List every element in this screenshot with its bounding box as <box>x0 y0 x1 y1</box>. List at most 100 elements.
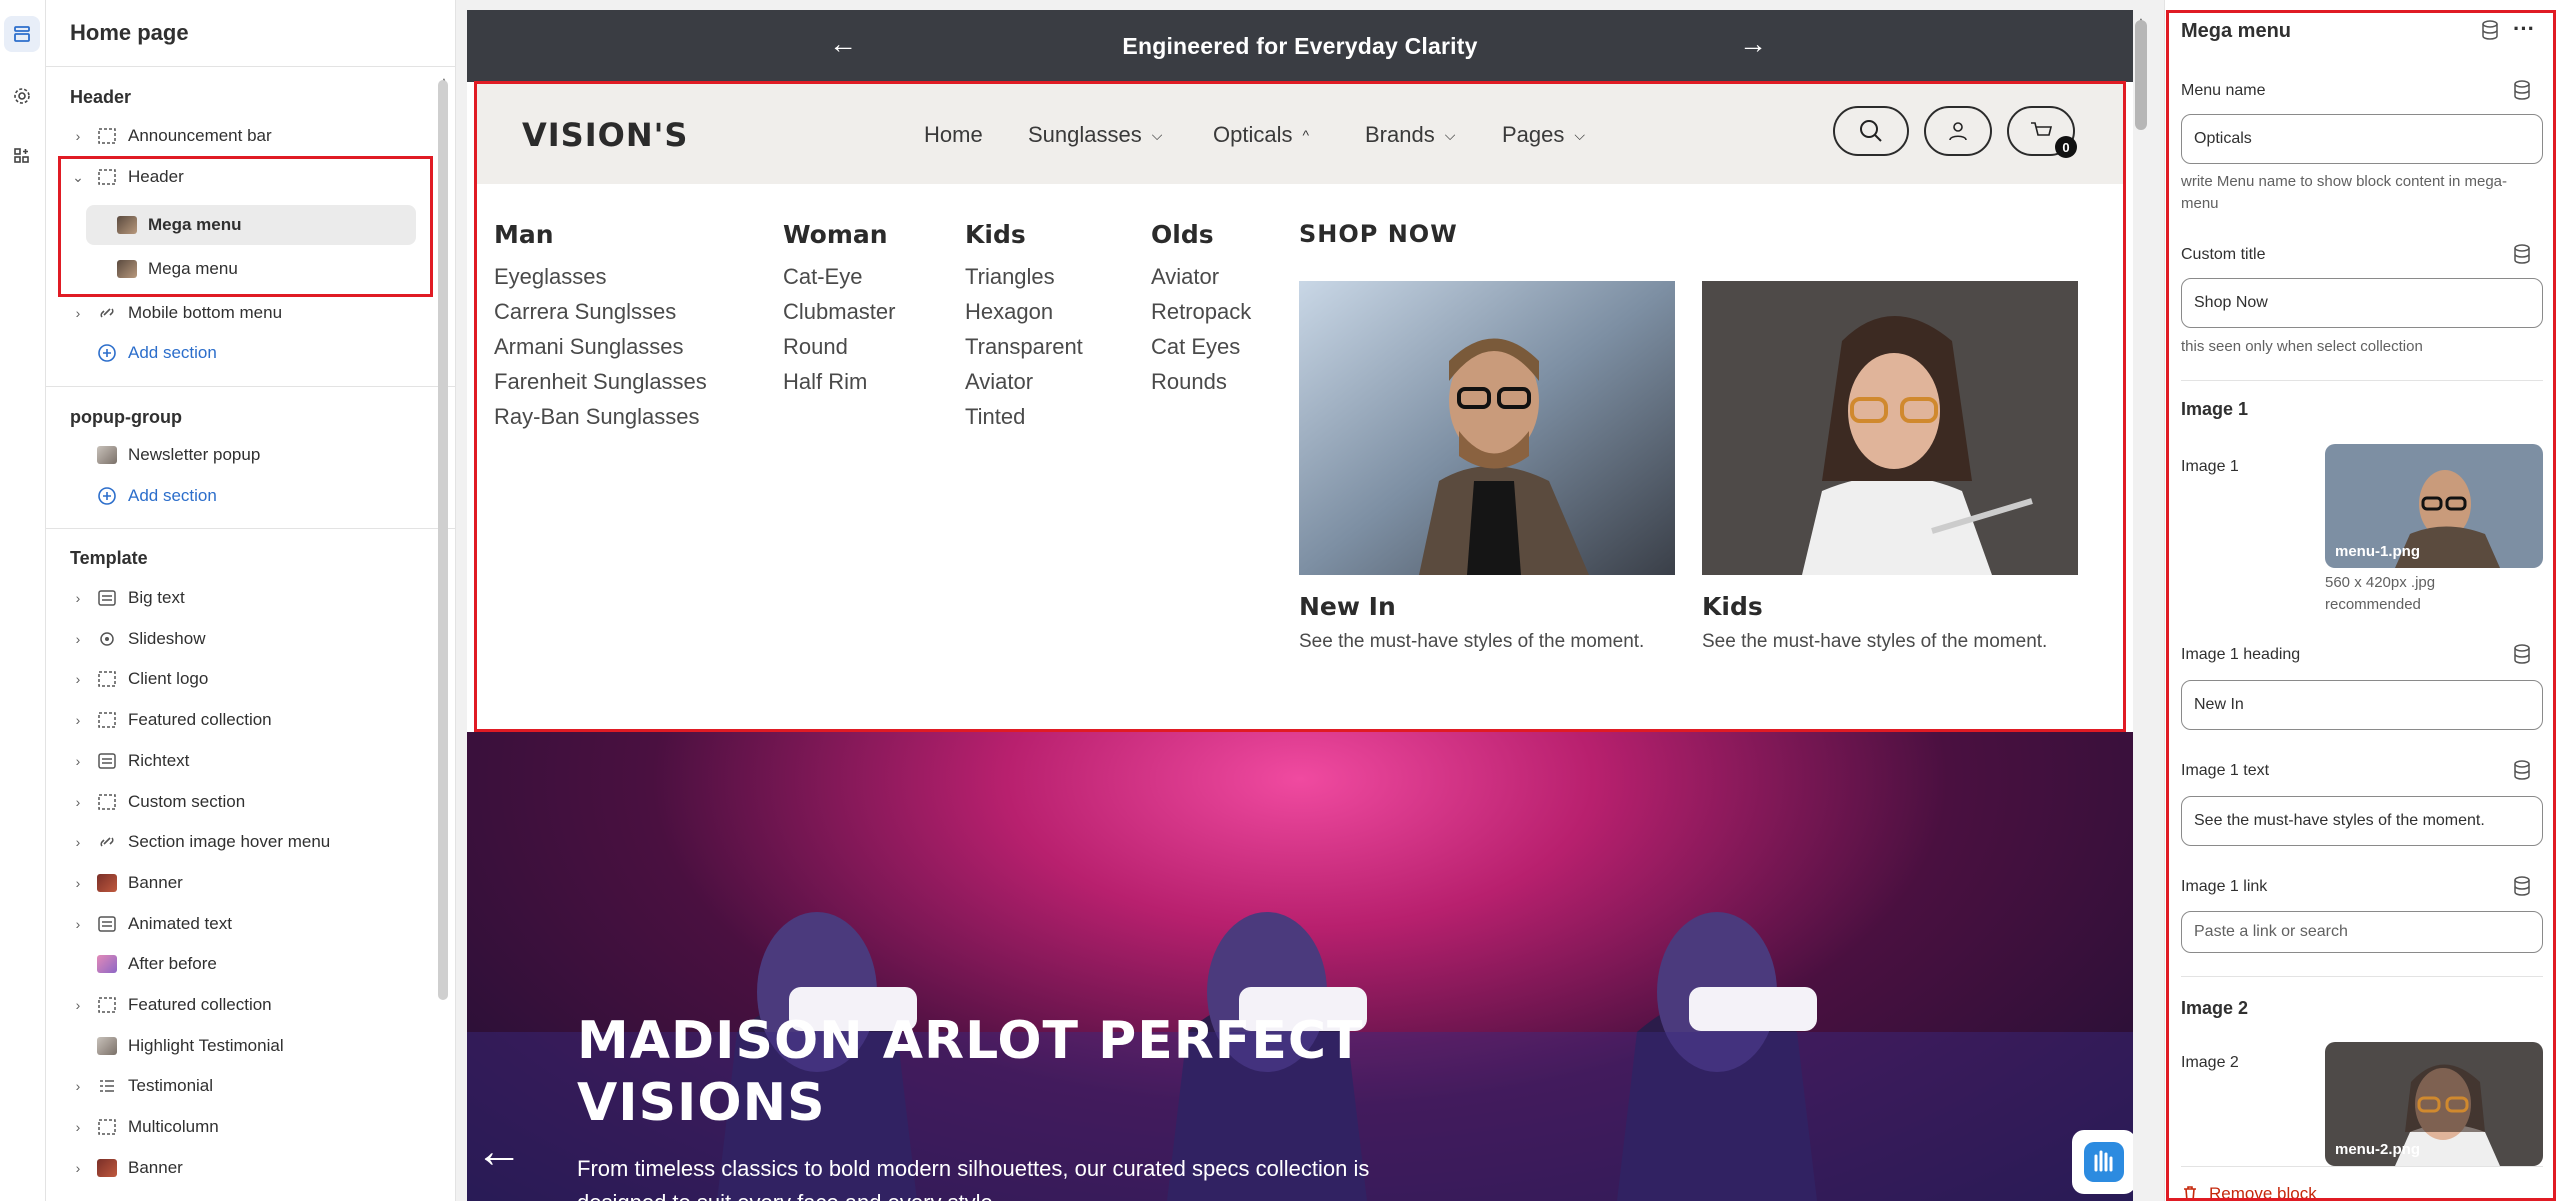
chevron-right-icon[interactable]: › <box>66 590 90 606</box>
chevron-right-icon[interactable]: › <box>66 1160 90 1176</box>
dynamic-source-icon[interactable] <box>2513 760 2531 785</box>
menu-link[interactable]: Ray-Ban Sunglasses <box>494 399 707 434</box>
settings-gear-icon[interactable] <box>4 78 40 114</box>
menu-link[interactable]: Cat Eyes <box>1151 329 1251 364</box>
new-in-image[interactable] <box>1299 281 1675 575</box>
menu-link[interactable]: Carrera Sunglsses <box>494 294 707 329</box>
card-heading-kids[interactable]: Kids <box>1702 592 1763 621</box>
template-section-item[interactable]: › Testimonial <box>66 1068 213 1104</box>
theme-editor: Home page Header › Announcement bar ⌄ He… <box>0 0 2560 1201</box>
image2-picker[interactable]: menu-2.png <box>2325 1042 2543 1166</box>
menu-link[interactable]: Cat-Eye <box>783 259 895 294</box>
nav-opticals[interactable]: Opticals ^ <box>1213 122 1309 148</box>
section-mobile-bottom-menu[interactable]: › Mobile bottom menu <box>66 295 282 331</box>
hand-icon[interactable] <box>2072 1130 2133 1194</box>
dynamic-source-icon[interactable] <box>2513 80 2531 105</box>
menu-link[interactable]: Tinted <box>965 399 1083 434</box>
menu-link[interactable]: Transparent <box>965 329 1083 364</box>
chevron-right-icon[interactable]: › <box>66 1078 90 1094</box>
chevron-down-icon[interactable]: ⌄ <box>66 169 90 186</box>
add-section-header[interactable]: Add section <box>90 335 217 371</box>
block-mega-menu-1[interactable]: Mega menu <box>86 205 416 245</box>
menu-link[interactable]: Aviator <box>965 364 1083 399</box>
menu-name-field[interactable]: Opticals <box>2181 114 2543 164</box>
chevron-right-icon[interactable]: › <box>66 1119 90 1135</box>
template-section-item[interactable]: › Section image hover menu <box>66 824 331 860</box>
menu-link[interactable]: Farenheit Sunglasses <box>494 364 707 399</box>
template-section-item[interactable]: › Big text <box>66 580 185 616</box>
image1-filename: menu-1.png <box>2335 543 2420 560</box>
menu-link[interactable]: Eyeglasses <box>494 259 707 294</box>
template-section-item[interactable]: › Multicolumn <box>66 1109 219 1145</box>
template-section-item[interactable]: › Banner <box>66 1150 183 1186</box>
chevron-right-icon[interactable]: › <box>66 916 90 932</box>
add-section-popup[interactable]: Add section <box>90 478 217 514</box>
image1-picker[interactable]: menu-1.png <box>2325 444 2543 568</box>
template-section-item[interactable]: › Custom section <box>66 784 246 820</box>
sections-icon[interactable] <box>4 16 40 52</box>
template-section-item[interactable]: › Slideshow <box>66 621 206 657</box>
chevron-right-icon[interactable]: › <box>66 753 90 769</box>
menu-link[interactable]: Rounds <box>1151 364 1251 399</box>
nav-pages[interactable]: Pages ⌵ <box>1502 122 1585 148</box>
section-label: Featured collection <box>128 710 272 730</box>
chevron-down-icon: ⌵ <box>1574 126 1586 143</box>
preview-scrollbar[interactable] <box>2135 20 2147 130</box>
image-thumbnail <box>116 260 138 278</box>
nav-home[interactable]: Home <box>924 122 983 148</box>
image1-text-field[interactable]: See the must-have styles of the moment. <box>2181 796 2543 846</box>
arrow-left-icon[interactable]: ← <box>829 28 857 60</box>
menu-link[interactable]: Triangles <box>965 259 1083 294</box>
menu-link[interactable]: Clubmaster <box>783 294 895 329</box>
nav-brands[interactable]: Brands ⌵ <box>1365 122 1455 148</box>
image1-link-field[interactable]: Paste a link or search <box>2181 911 2543 953</box>
card-heading-new-in[interactable]: New In <box>1299 592 1396 621</box>
more-options-icon[interactable]: ··· <box>2513 16 2535 42</box>
site-logo[interactable]: VISION'S <box>522 116 688 154</box>
kids-image[interactable] <box>1702 281 2078 575</box>
chevron-right-icon[interactable]: › <box>66 631 90 647</box>
remove-block-button[interactable]: Remove block <box>2181 1184 2317 1201</box>
menu-link[interactable]: Aviator <box>1151 259 1251 294</box>
section-header[interactable]: ⌄ Header <box>66 159 184 195</box>
template-section-item[interactable]: Highlight Testimonial <box>66 1028 284 1064</box>
nav-sunglasses[interactable]: Sunglasses ⌵ <box>1028 122 1162 148</box>
arrow-right-icon[interactable]: → <box>1739 28 1767 60</box>
account-button[interactable] <box>1924 106 1992 156</box>
chevron-right-icon[interactable]: › <box>66 834 90 850</box>
chevron-right-icon[interactable]: › <box>66 671 90 687</box>
template-section-item[interactable]: › Featured collection <box>66 987 272 1023</box>
search-button[interactable] <box>1833 106 1909 156</box>
menu-link[interactable]: Half Rim <box>783 364 895 399</box>
chevron-right-icon[interactable]: › <box>66 997 90 1013</box>
dynamic-source-icon[interactable] <box>2513 876 2531 901</box>
menu-link[interactable]: Hexagon <box>965 294 1083 329</box>
template-section-item[interactable]: › Client logo <box>66 661 209 697</box>
chevron-right-icon[interactable]: › <box>66 794 90 810</box>
database-icon[interactable] <box>2481 20 2499 45</box>
chevron-right-icon[interactable]: › <box>66 128 90 144</box>
template-section-item[interactable]: › Featured collection <box>66 702 272 738</box>
menu-link[interactable]: Armani Sunglasses <box>494 329 707 364</box>
dynamic-source-icon[interactable] <box>2513 644 2531 669</box>
block-mega-menu-2[interactable]: Mega menu <box>86 251 238 287</box>
chevron-right-icon[interactable]: › <box>66 875 90 891</box>
template-section-item[interactable]: After before <box>66 946 217 982</box>
custom-title-field[interactable]: Shop Now <box>2181 278 2543 328</box>
chevron-right-icon[interactable]: › <box>66 305 90 321</box>
menu-link[interactable]: Round <box>783 329 895 364</box>
image1-heading-field[interactable]: New In <box>2181 680 2543 730</box>
section-newsletter-popup[interactable]: Newsletter popup <box>90 437 260 473</box>
template-section-item[interactable]: › Animated text <box>66 906 232 942</box>
arrow-left-icon[interactable]: ← <box>475 1124 523 1179</box>
apps-icon[interactable] <box>4 138 40 174</box>
cart-button[interactable]: 0 <box>2007 106 2077 158</box>
image1-section-title: Image 1 <box>2181 399 2249 419</box>
dynamic-source-icon[interactable] <box>2513 244 2531 269</box>
template-section-item[interactable]: › Richtext <box>66 743 190 779</box>
chevron-right-icon[interactable]: › <box>66 712 90 728</box>
sidebar-scrollbar[interactable] <box>438 80 448 1000</box>
template-section-item[interactable]: › Banner <box>66 865 183 901</box>
menu-link[interactable]: Retropack <box>1151 294 1251 329</box>
section-announcement-bar[interactable]: › Announcement bar <box>66 118 272 154</box>
